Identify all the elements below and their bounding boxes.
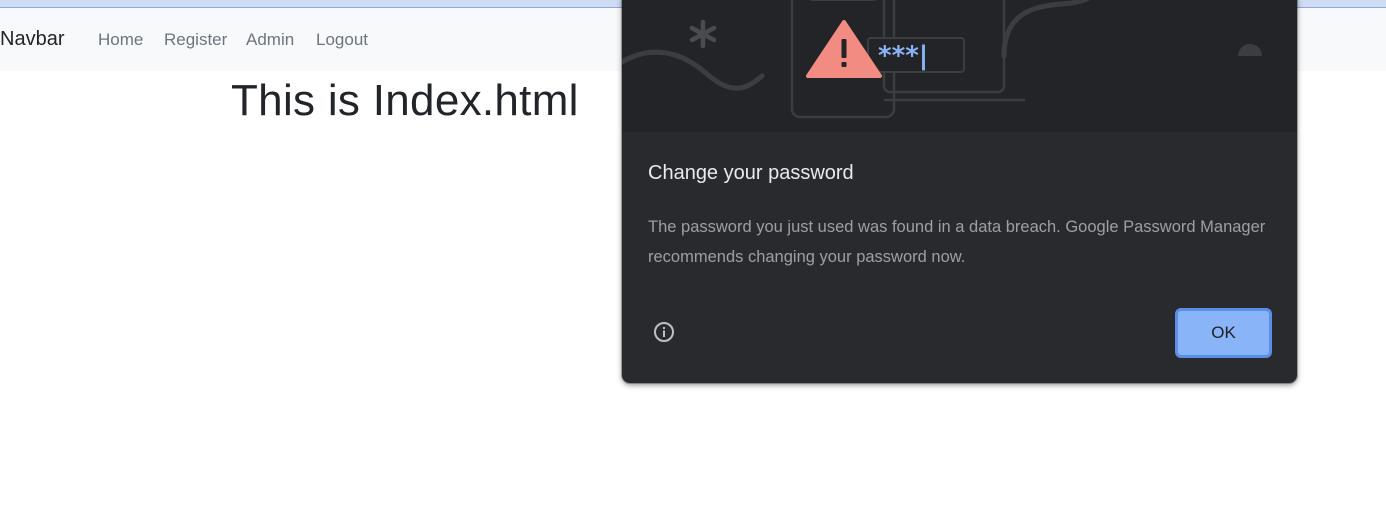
- nav-link-register[interactable]: Register: [164, 30, 227, 50]
- password-mask-text: ***|: [878, 41, 928, 71]
- nav-link-home[interactable]: Home: [98, 30, 143, 50]
- password-breach-dialog: ***| Change your password The password y…: [622, 0, 1297, 383]
- breach-illustration: ***|: [622, 0, 1262, 119]
- asterisk-decoration: [689, 19, 717, 49]
- nav-link-admin[interactable]: Admin: [246, 30, 294, 50]
- ok-button[interactable]: OK: [1175, 308, 1272, 358]
- info-icon[interactable]: [653, 321, 675, 343]
- dialog-illustration: ***|: [622, 0, 1297, 132]
- dialog-message: The password you just used was found in …: [648, 218, 1266, 266]
- page-title: This is Index.html: [231, 76, 579, 125]
- nav-link-logout[interactable]: Logout: [316, 30, 368, 50]
- dialog-title: Change your password: [648, 162, 854, 184]
- navbar-brand[interactable]: Navbar: [0, 28, 64, 51]
